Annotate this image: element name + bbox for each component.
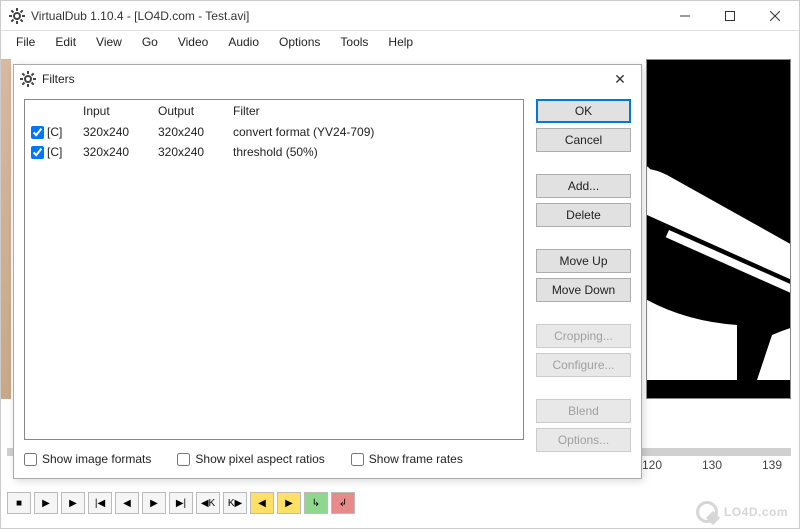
play-input-button[interactable]: ▶ xyxy=(34,492,58,514)
menubar: File Edit View Go Video Audio Options To… xyxy=(1,31,799,53)
blend-button: Blend xyxy=(536,399,631,423)
close-button[interactable] xyxy=(752,2,797,30)
dialog-title: Filters xyxy=(42,72,605,86)
key-next-button[interactable]: K▶ xyxy=(223,492,247,514)
transport-controls: ■ ▶ ▶ |◀ ◀ ▶ ▶| ◀K K▶ ◀ ▶ ↳ ↲ xyxy=(7,490,355,516)
filter-output: 320x240 xyxy=(152,143,227,161)
move-down-button[interactable]: Move Down xyxy=(536,278,631,302)
watermark: LO4D.com xyxy=(696,501,788,523)
dialog-close-button[interactable]: ✕ xyxy=(605,67,635,91)
filter-enable-checkbox[interactable] xyxy=(31,126,44,139)
filter-tag: [C] xyxy=(47,145,62,159)
filter-name: convert format (YV24-709) xyxy=(227,123,523,141)
mark-out-button[interactable]: ↲ xyxy=(331,492,355,514)
options-button: Options... xyxy=(536,428,631,452)
col-output[interactable]: Output xyxy=(152,100,227,122)
ok-button[interactable]: OK xyxy=(536,99,631,123)
menu-help[interactable]: Help xyxy=(379,33,422,51)
filter-row[interactable]: [C] 320x240 320x240 convert format (YV24… xyxy=(25,122,523,142)
watermark-text: LO4D.com xyxy=(724,505,788,519)
step-fwd-button[interactable]: ▶ xyxy=(142,492,166,514)
stop-button[interactable]: ■ xyxy=(7,492,31,514)
show-pixel-aspect-label: Show pixel aspect ratios xyxy=(195,452,324,466)
dialog-footer: Show image formats Show pixel aspect rat… xyxy=(24,448,526,470)
col-filter[interactable]: Filter xyxy=(227,100,523,122)
tick: 139 xyxy=(757,458,787,478)
configure-button: Configure... xyxy=(536,353,631,377)
filter-row[interactable]: [C] 320x240 320x240 threshold (50%) xyxy=(25,142,523,162)
step-back-button[interactable]: ◀ xyxy=(115,492,139,514)
cropping-button: Cropping... xyxy=(536,324,631,348)
show-image-formats[interactable]: Show image formats xyxy=(24,452,151,466)
scene-rev-button[interactable]: ◀ xyxy=(250,492,274,514)
menu-tools[interactable]: Tools xyxy=(331,33,377,51)
filter-enable-checkbox[interactable] xyxy=(31,146,44,159)
filter-input: 320x240 xyxy=(77,123,152,141)
menu-video[interactable]: Video xyxy=(169,33,217,51)
show-frame-rates-label: Show frame rates xyxy=(369,452,463,466)
cancel-button[interactable]: Cancel xyxy=(536,128,631,152)
show-pixel-aspect-checkbox[interactable] xyxy=(177,453,190,466)
menu-go[interactable]: Go xyxy=(133,33,167,51)
filter-tag: [C] xyxy=(47,125,62,139)
gear-icon xyxy=(20,71,36,87)
filter-list[interactable]: Input Output Filter [C] 320x240 320x240 … xyxy=(24,99,524,440)
menu-options[interactable]: Options xyxy=(270,33,329,51)
menu-audio[interactable]: Audio xyxy=(219,33,268,51)
filter-name: threshold (50%) xyxy=(227,143,523,161)
show-image-formats-checkbox[interactable] xyxy=(24,453,37,466)
tick: 130 xyxy=(697,458,727,478)
dialog-body: Input Output Filter [C] 320x240 320x240 … xyxy=(24,99,631,440)
filter-list-header: Input Output Filter xyxy=(25,100,523,122)
watermark-icon xyxy=(696,501,718,523)
minimize-button[interactable] xyxy=(662,2,707,30)
scene-fwd-button[interactable]: ▶ xyxy=(277,492,301,514)
video-preview xyxy=(646,59,791,399)
add-button[interactable]: Add... xyxy=(536,174,631,198)
titlebar: VirtualDub 1.10.4 - [LO4D.com - Test.avi… xyxy=(1,1,799,31)
dialog-button-column: OK Cancel Add... Delete Move Up Move Dow… xyxy=(536,99,631,452)
menu-file[interactable]: File xyxy=(7,33,44,51)
goto-end-button[interactable]: ▶| xyxy=(169,492,193,514)
app-icon xyxy=(9,8,25,24)
show-frame-rates-checkbox[interactable] xyxy=(351,453,364,466)
window-title: VirtualDub 1.10.4 - [LO4D.com - Test.avi… xyxy=(31,9,662,23)
goto-start-button[interactable]: |◀ xyxy=(88,492,112,514)
key-prev-button[interactable]: ◀K xyxy=(196,492,220,514)
dialog-titlebar: Filters ✕ xyxy=(14,65,641,93)
menu-edit[interactable]: Edit xyxy=(46,33,85,51)
filter-output: 320x240 xyxy=(152,123,227,141)
filter-input: 320x240 xyxy=(77,143,152,161)
left-scrollbar[interactable] xyxy=(1,59,11,399)
maximize-button[interactable] xyxy=(707,2,752,30)
delete-button[interactable]: Delete xyxy=(536,203,631,227)
move-up-button[interactable]: Move Up xyxy=(536,249,631,273)
play-output-button[interactable]: ▶ xyxy=(61,492,85,514)
show-image-formats-label: Show image formats xyxy=(42,452,151,466)
filters-dialog: Filters ✕ Input Output Filter [C] 320x24… xyxy=(13,64,642,479)
show-pixel-aspect[interactable]: Show pixel aspect ratios xyxy=(177,452,324,466)
menu-view[interactable]: View xyxy=(87,33,131,51)
mark-in-button[interactable]: ↳ xyxy=(304,492,328,514)
show-frame-rates[interactable]: Show frame rates xyxy=(351,452,463,466)
col-input[interactable]: Input xyxy=(77,100,152,122)
